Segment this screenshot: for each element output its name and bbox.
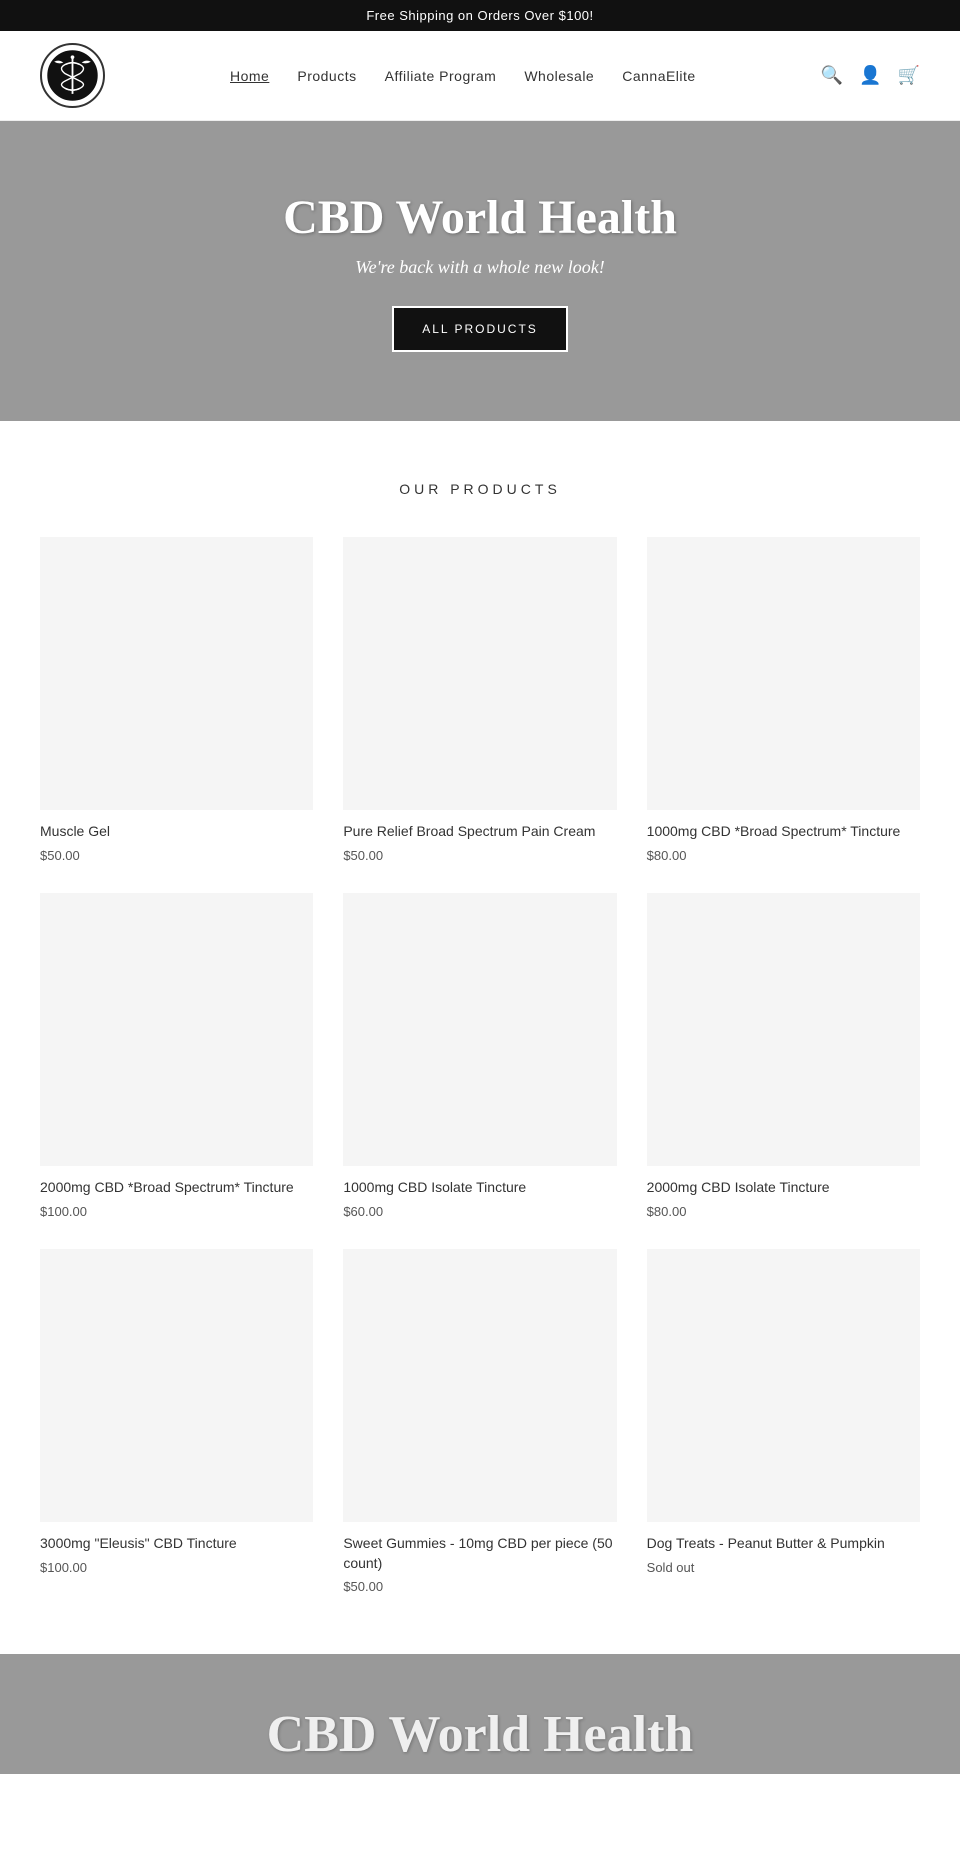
login-icon[interactable]: 👤 (859, 65, 881, 86)
product-price: $50.00 (40, 848, 313, 863)
product-image (343, 1249, 616, 1522)
hero-title: CBD World Health (283, 190, 677, 245)
hero-section: CBD World Health We're back with a whole… (0, 121, 960, 421)
product-card[interactable]: Dog Treats - Peanut Butter & Pumpkin Sold… (647, 1249, 920, 1595)
product-name: Sweet Gummies - 10mg CBD per piece (50 c… (343, 1534, 616, 1573)
header-icons: 🔍 👤 🛒 (821, 65, 920, 86)
announcement-text: Free Shipping on Orders Over $100! (366, 8, 593, 23)
product-price: $60.00 (343, 1204, 616, 1219)
product-price: $100.00 (40, 1560, 313, 1575)
product-card[interactable]: 2000mg CBD Isolate Tincture $80.00 (647, 893, 920, 1219)
product-image (647, 537, 920, 810)
product-card[interactable]: 2000mg CBD *Broad Spectrum* Tincture $100… (40, 893, 313, 1219)
nav-cannaelite[interactable]: CannaElite (622, 68, 696, 84)
product-name: 1000mg CBD *Broad Spectrum* Tincture (647, 822, 920, 842)
product-price: Sold out (647, 1560, 920, 1575)
product-card[interactable]: 3000mg "Eleusis" CBD Tincture $100.00 (40, 1249, 313, 1595)
hero-subtitle: We're back with a whole new look! (355, 257, 604, 278)
product-image (343, 893, 616, 1166)
product-card[interactable]: Pure Relief Broad Spectrum Pain Cream $50… (343, 537, 616, 863)
product-name: Muscle Gel (40, 822, 313, 842)
product-card[interactable]: 1000mg CBD Isolate Tincture $60.00 (343, 893, 616, 1219)
product-image (40, 1249, 313, 1522)
logo-image (45, 48, 100, 103)
product-name: 3000mg "Eleusis" CBD Tincture (40, 1534, 313, 1554)
product-image (40, 893, 313, 1166)
product-card[interactable]: Muscle Gel $50.00 (40, 537, 313, 863)
logo-circle (40, 43, 105, 108)
product-price: $80.00 (647, 848, 920, 863)
products-heading: OUR PRODUCTS (40, 481, 920, 497)
hero-all-products-button[interactable]: ALL PRODUCTS (392, 306, 568, 352)
products-section: OUR PRODUCTS Muscle Gel$50.00Pure Relief… (0, 421, 960, 1654)
product-price: $80.00 (647, 1204, 920, 1219)
footer-banner: CBD World Health (0, 1654, 960, 1774)
products-grid: Muscle Gel$50.00Pure Relief Broad Spectr… (40, 537, 920, 1594)
product-image (343, 537, 616, 810)
product-card[interactable]: Sweet Gummies - 10mg CBD per piece (50 c… (343, 1249, 616, 1595)
main-nav: Home Products Affiliate Program Wholesal… (230, 68, 696, 84)
product-price: $100.00 (40, 1204, 313, 1219)
product-image (647, 1249, 920, 1522)
nav-affiliate[interactable]: Affiliate Program (385, 68, 497, 84)
product-image (647, 893, 920, 1166)
product-name: 2000mg CBD Isolate Tincture (647, 1178, 920, 1198)
site-header: Home Products Affiliate Program Wholesal… (0, 31, 960, 121)
product-name: Dog Treats - Peanut Butter & Pumpkin (647, 1534, 920, 1554)
footer-title: CBD World Health (267, 1705, 694, 1764)
product-price: $50.00 (343, 848, 616, 863)
logo-container[interactable] (40, 43, 105, 108)
search-icon[interactable]: 🔍 (821, 65, 843, 86)
product-image (40, 537, 313, 810)
product-name: Pure Relief Broad Spectrum Pain Cream (343, 822, 616, 842)
product-name: 1000mg CBD Isolate Tincture (343, 1178, 616, 1198)
nav-wholesale[interactable]: Wholesale (524, 68, 594, 84)
product-name: 2000mg CBD *Broad Spectrum* Tincture (40, 1178, 313, 1198)
product-price: $50.00 (343, 1579, 616, 1594)
nav-products[interactable]: Products (297, 68, 356, 84)
nav-home[interactable]: Home (230, 68, 269, 84)
product-card[interactable]: 1000mg CBD *Broad Spectrum* Tincture $80.… (647, 537, 920, 863)
announcement-bar: Free Shipping on Orders Over $100! (0, 0, 960, 31)
cart-icon[interactable]: 🛒 (898, 65, 920, 86)
